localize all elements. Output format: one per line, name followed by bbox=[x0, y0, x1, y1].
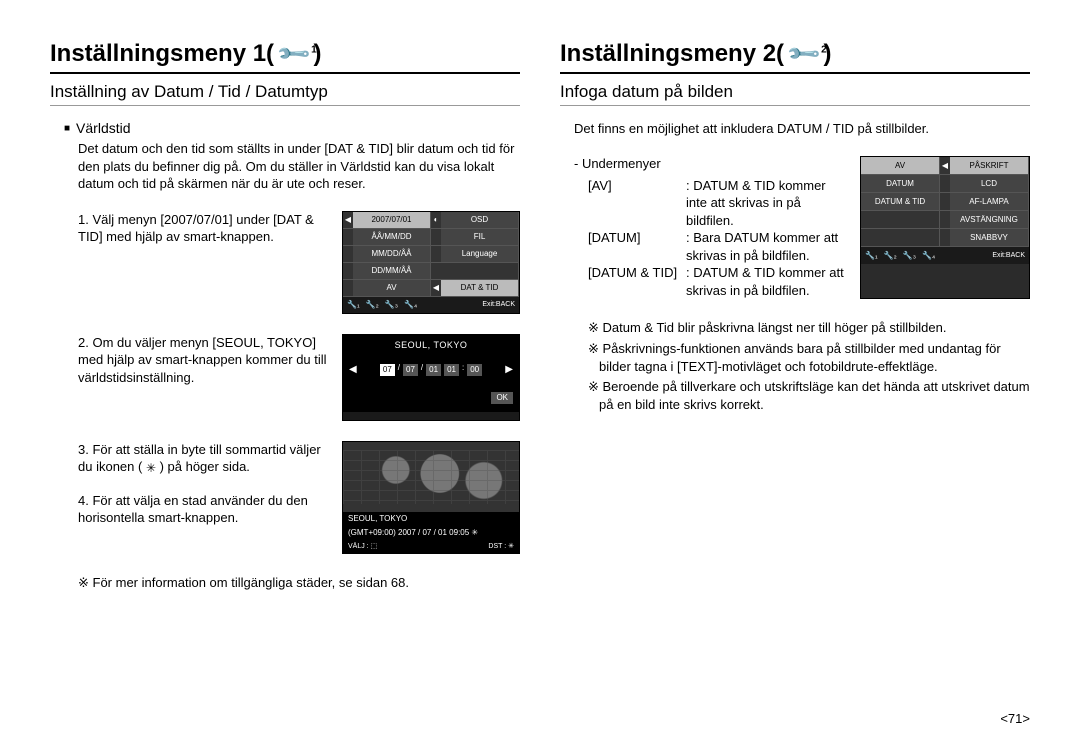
subtitle-left: Inställning av Datum / Tid / Datumtyp bbox=[50, 82, 520, 106]
wrench-small-icon: 🔧₃ bbox=[385, 301, 398, 309]
wrench-icon: 🔧2 bbox=[785, 35, 823, 73]
wrench-small-icon: 🔧₁ bbox=[347, 301, 360, 309]
camera-screenshot-3: SEOUL, TOKYO (GMT+09:00) 2007 / 07 / 01 … bbox=[342, 441, 520, 554]
page-title-right: Inställningsmeny 2( 🔧2 ) bbox=[560, 40, 1030, 74]
wrench-small-icon: 🔧₄ bbox=[404, 301, 417, 309]
intro-text-right: Det finns en möjlighet att inkludera DAT… bbox=[560, 120, 1030, 138]
world-map-graphic bbox=[343, 442, 519, 512]
submenu-label: - Undermenyer bbox=[560, 156, 846, 171]
step-3-text: 3. För att ställa in byte till sommartid… bbox=[78, 441, 328, 476]
camera-screenshot-1: ◀2007/07/01◐OSD ÅÅ/MM/DDFIL MM/DD/ÅÅLang… bbox=[342, 211, 520, 314]
step-2-text: 2. Om du väljer menyn [SEOUL, TOKYO] med… bbox=[78, 334, 328, 421]
subtitle-right: Infoga datum på bilden bbox=[560, 82, 1030, 106]
step-4-text: 4. För att välja en stad använder du den… bbox=[78, 492, 328, 527]
left-footnote: ※ För mer information om tillgängliga st… bbox=[62, 574, 520, 592]
left-column: Inställningsmeny 1( 🔧1 ) Inställning av … bbox=[50, 40, 520, 592]
camera-screenshot-right: AV◀PÅSKRIFT DATUMLCD DATUM & TIDAF-LAMPA… bbox=[860, 156, 1030, 300]
step-1-text: 1. Välj menyn [2007/07/01] under [DAT & … bbox=[78, 211, 328, 314]
page-title-left: Inställningsmeny 1( 🔧1 ) bbox=[50, 40, 520, 74]
heading-text: Inställningsmeny 1( bbox=[50, 40, 274, 68]
wrench-small-icon: 🔧₃ bbox=[903, 251, 916, 260]
wrench-small-icon: 🔧₂ bbox=[366, 301, 379, 309]
heading-text: Inställningsmeny 2( bbox=[560, 40, 784, 68]
options-definition-list: [AV]: DATUM & TID kommer inte att skriva… bbox=[560, 177, 846, 300]
sun-icon bbox=[146, 463, 156, 473]
camera-screenshot-2: SEOUL, TOKYO ◀ 07/ 07/ 01 01: 00 ▶ OK bbox=[342, 334, 520, 421]
worldtime-heading: Världstid bbox=[50, 120, 520, 136]
wrench-small-icon: 🔧₄ bbox=[922, 251, 935, 260]
wrench-small-icon: 🔧₁ bbox=[865, 251, 878, 260]
wrench-icon: 🔧1 bbox=[275, 35, 313, 73]
page-number: <71> bbox=[1000, 711, 1030, 726]
right-column: Inställningsmeny 2( 🔧2 ) Infoga datum på… bbox=[560, 40, 1030, 592]
right-notes: ※ Datum & Tid blir påskrivna längst ner … bbox=[560, 319, 1030, 414]
wrench-small-icon: 🔧₂ bbox=[884, 251, 897, 260]
intro-text-left: Det datum och den tid som ställts in und… bbox=[50, 140, 520, 193]
